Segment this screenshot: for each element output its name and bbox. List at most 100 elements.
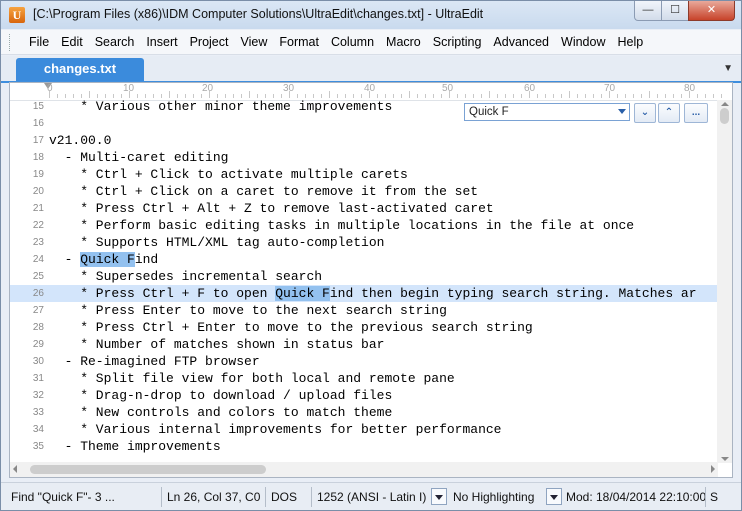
ruler-tick	[409, 91, 410, 98]
ruler-tick	[209, 91, 210, 98]
ruler-tick	[329, 91, 330, 98]
line-number: 17	[32, 135, 44, 146]
ruler-tick	[49, 91, 50, 98]
status-encoding[interactable]: 1252 (ANSI - Latin I)	[317, 488, 429, 506]
menu-advanced[interactable]: Advanced	[487, 35, 555, 49]
horizontal-scroll-thumb[interactable]	[30, 465, 266, 474]
menu-format[interactable]: Format	[273, 35, 325, 49]
text-line[interactable]: 33 * New controls and colors to match th…	[10, 404, 718, 421]
text-line[interactable]: 28 * Press Ctrl + Enter to move to the p…	[10, 319, 718, 336]
tab-list-dropdown-icon[interactable]: ▼	[723, 63, 733, 74]
line-text: * Number of matches shown in status bar	[49, 337, 385, 352]
highlighting-dropdown-icon[interactable]	[546, 488, 562, 505]
menu-grip-icon	[9, 33, 13, 51]
vertical-scrollbar[interactable]	[717, 100, 732, 463]
line-number: 25	[32, 271, 44, 282]
ultraedit-window: U [C:\Program Files (x86)\IDM Computer S…	[0, 0, 742, 511]
text-line[interactable]: 18 - Multi-caret editing	[10, 149, 718, 166]
vertical-scroll-thumb[interactable]	[720, 108, 729, 124]
editor-pane[interactable]: 0 10 20 30 40 50 60 70 80 15 * Various o…	[9, 82, 733, 478]
menu-file[interactable]: File	[23, 35, 55, 49]
line-text: * Ctrl + Click to activate multiple care…	[49, 167, 408, 182]
text-line[interactable]: 32 * Drag-n-drop to download / upload fi…	[10, 387, 718, 404]
line-text: v21.00.0	[49, 133, 112, 148]
ruler-tick	[689, 91, 690, 98]
status-modified-date: Mod: 18/04/2014 22:10:00	[566, 490, 706, 504]
title-bar[interactable]: U [C:\Program Files (x86)\IDM Computer S…	[1, 1, 741, 29]
line-text: * Various internal improvements for bett…	[49, 422, 502, 437]
line-text-before-match: -	[49, 252, 81, 267]
text-line[interactable]: 30 - Re-imagined FTP browser	[10, 353, 718, 370]
quick-find-input[interactable]: Quick F	[464, 103, 630, 121]
ultraedit-app-icon[interactable]: U	[9, 7, 25, 23]
ruler-tick	[529, 91, 530, 98]
scroll-down-arrow-icon[interactable]	[721, 457, 729, 461]
text-line[interactable]: 23 * Supports HTML/XML tag auto-completi…	[10, 234, 718, 251]
encoding-dropdown-icon[interactable]	[431, 488, 447, 505]
line-text: * Supports HTML/XML tag auto-completion	[49, 235, 385, 250]
line-text: * Various other minor theme improvements	[49, 99, 393, 114]
text-line[interactable]: 24 - Quick Find	[10, 251, 718, 268]
minimize-button[interactable]: —	[634, 1, 662, 21]
find-next-button[interactable]: ⌄	[634, 103, 656, 123]
line-text: * Press Ctrl + F to open Quick Find then…	[49, 285, 697, 302]
status-line-ending[interactable]: DOS	[271, 488, 311, 506]
quick-find-value: Quick F	[469, 106, 509, 118]
file-tab-bar: changes.txt ▼	[1, 56, 741, 83]
menu-project[interactable]: Project	[184, 35, 235, 49]
tab-changes-txt[interactable]: changes.txt	[16, 58, 144, 81]
scroll-right-arrow-icon[interactable]	[711, 465, 715, 473]
menu-insert[interactable]: Insert	[140, 35, 183, 49]
ruler-label: 20	[202, 83, 214, 94]
status-extra: S	[710, 490, 719, 504]
maximize-button[interactable]: ☐	[661, 1, 689, 21]
line-text-after-match: ind	[134, 252, 159, 267]
find-previous-button[interactable]: ⌃	[658, 103, 680, 123]
text-line[interactable]: 22 * Perform basic editing tasks in mult…	[10, 217, 718, 234]
line-number: 28	[32, 322, 44, 333]
text-line[interactable]: 21 * Press Ctrl + Alt + Z to remove last…	[10, 200, 718, 217]
status-separator	[311, 487, 312, 507]
menu-view[interactable]: View	[234, 35, 273, 49]
text-line[interactable]: 35 - Theme improvements	[10, 438, 718, 455]
text-line[interactable]: 27 * Press Enter to move to the next sea…	[10, 302, 718, 319]
status-cursor-position[interactable]: Ln 26, Col 37, C0	[167, 488, 267, 506]
window-title: [C:\Program Files (x86)\IDM Computer Sol…	[33, 7, 484, 21]
line-number: 30	[32, 356, 44, 367]
menu-bar: File Edit Search Insert Project View For…	[1, 30, 741, 55]
text-line[interactable]: 25 * Supersedes incremental search	[10, 268, 718, 285]
current-text-line[interactable]: 26 * Press Ctrl + F to open Quick Find t…	[10, 285, 718, 302]
menu-window[interactable]: Window	[555, 35, 611, 49]
text-line[interactable]: 17 v21.00.0	[10, 132, 718, 149]
menu-search[interactable]: Search	[89, 35, 141, 49]
text-line[interactable]: 19 * Ctrl + Click to activate multiple c…	[10, 166, 718, 183]
text-line[interactable]: 29 * Number of matches shown in status b…	[10, 336, 718, 353]
menu-column[interactable]: Column	[325, 35, 380, 49]
line-number: 20	[32, 186, 44, 197]
search-match-highlight: Quick F	[80, 252, 135, 267]
text-line[interactable]: 20 * Ctrl + Click on a caret to remove i…	[10, 183, 718, 200]
menu-macro[interactable]: Macro	[380, 35, 427, 49]
text-line[interactable]: 34 * Various internal improvements for b…	[10, 421, 718, 438]
close-button[interactable]: ✕	[688, 1, 735, 21]
status-find-result: Find "Quick F"- 3 ...	[11, 490, 115, 504]
find-options-button[interactable]: ...	[684, 103, 708, 123]
line-text: * Supersedes incremental search	[49, 269, 323, 284]
ruler-tick	[89, 91, 90, 98]
status-highlighting[interactable]: No Highlighting	[453, 488, 543, 506]
line-text: * Split file view for both local and rem…	[49, 371, 455, 386]
line-text: * Drag-n-drop to download / upload files	[49, 388, 393, 403]
status-separator	[265, 487, 266, 507]
ruler-tick	[721, 94, 722, 98]
line-text: * Ctrl + Click on a caret to remove it f…	[49, 184, 479, 199]
quick-find-history-dropdown-icon[interactable]	[618, 109, 626, 114]
line-number: 35	[32, 441, 44, 452]
menu-edit[interactable]: Edit	[55, 35, 89, 49]
scroll-left-arrow-icon[interactable]	[13, 465, 17, 473]
search-match-highlight: Quick F	[275, 286, 330, 301]
menu-help[interactable]: Help	[611, 35, 649, 49]
menu-scripting[interactable]: Scripting	[427, 35, 488, 49]
horizontal-scrollbar[interactable]	[10, 462, 718, 477]
text-line[interactable]: 31 * Split file view for both local and …	[10, 370, 718, 387]
scroll-up-arrow-icon[interactable]	[721, 102, 729, 106]
